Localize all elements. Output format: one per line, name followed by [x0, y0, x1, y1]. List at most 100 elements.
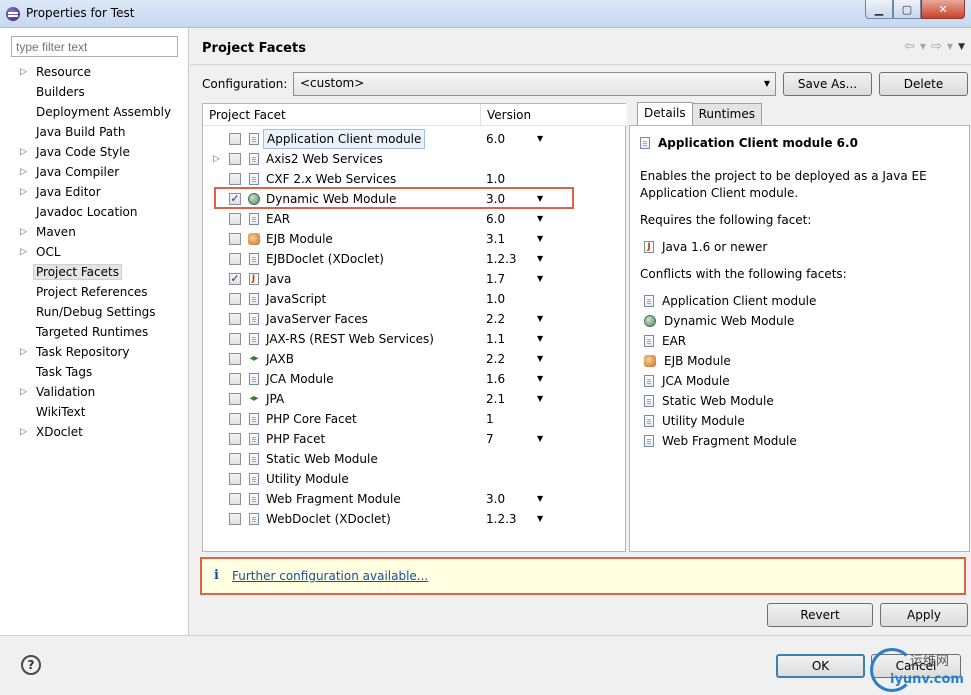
expand-arrow-icon[interactable]: ▷ [20, 342, 27, 362]
save-as-button[interactable]: Save As... [783, 72, 872, 96]
facet-row[interactable]: EJBDoclet (XDoclet) 1.2.3 ▼ [203, 249, 627, 269]
facet-version[interactable]: 3.1 [486, 229, 505, 249]
facet-checkbox[interactable] [229, 413, 241, 425]
facet-version[interactable]: 1.2.3 [486, 509, 517, 529]
facet-version[interactable]: 1.0 [486, 289, 505, 309]
help-icon[interactable]: ? [21, 655, 41, 675]
tree-item[interactable]: ▷ Maven [0, 222, 189, 242]
tree-item[interactable]: Targeted Runtimes [0, 322, 189, 342]
tree-item[interactable]: ▷ Resource [0, 62, 189, 82]
version-dropdown-icon[interactable]: ▼ [537, 349, 543, 369]
facet-version[interactable]: 6.0 [486, 129, 505, 149]
column-header-facet[interactable]: Project Facet [203, 104, 481, 126]
facet-checkbox[interactable]: ✓ [229, 273, 241, 285]
facet-row[interactable]: Web Fragment Module 3.0 ▼ [203, 489, 627, 509]
facet-checkbox[interactable] [229, 293, 241, 305]
facet-checkbox[interactable] [229, 213, 241, 225]
facet-version[interactable]: 1.7 [486, 269, 505, 289]
facet-row[interactable]: Static Web Module [203, 449, 627, 469]
facet-row[interactable]: PHP Facet 7 ▼ [203, 429, 627, 449]
back-dropdown-icon[interactable]: ▼ [920, 39, 926, 55]
expand-arrow-icon[interactable]: ▷ [20, 422, 27, 442]
facet-checkbox[interactable] [229, 173, 241, 185]
facet-row[interactable]: CXF 2.x Web Services 1.0 [203, 169, 627, 189]
facet-version[interactable]: 2.1 [486, 389, 505, 409]
tree-item[interactable]: ▷ XDoclet [0, 422, 189, 442]
facet-row[interactable]: JAX-RS (REST Web Services) 1.1 ▼ [203, 329, 627, 349]
forward-arrow-icon[interactable]: ⇨ [931, 39, 942, 55]
facet-version[interactable]: 6.0 [486, 209, 505, 229]
version-dropdown-icon[interactable]: ▼ [537, 389, 543, 409]
facet-version[interactable]: 7 [486, 429, 494, 449]
facet-row[interactable]: ◂▸ JPA 2.1 ▼ [203, 389, 627, 409]
facet-row[interactable]: ✓ J Java 1.7 ▼ [203, 269, 627, 289]
further-configuration-link[interactable]: Further configuration available... [232, 569, 428, 583]
version-dropdown-icon[interactable]: ▼ [537, 369, 543, 389]
tab-runtimes[interactable]: Runtimes [691, 103, 762, 125]
facet-checkbox[interactable] [229, 493, 241, 505]
expand-arrow-icon[interactable]: ▷ [213, 149, 220, 169]
tree-item[interactable]: ▷ Java Code Style [0, 142, 189, 162]
tree-item[interactable]: ▷ Task Repository [0, 342, 189, 362]
version-dropdown-icon[interactable]: ▼ [537, 209, 543, 229]
close-button[interactable]: ✕ [921, 0, 965, 19]
tree-item[interactable]: Run/Debug Settings [0, 302, 189, 322]
version-dropdown-icon[interactable]: ▼ [537, 249, 543, 269]
tree-item[interactable]: Java Build Path [0, 122, 189, 142]
tree-item[interactable]: Task Tags [0, 362, 189, 382]
tree-item[interactable]: ▷ OCL [0, 242, 189, 262]
expand-arrow-icon[interactable]: ▷ [20, 62, 27, 82]
revert-button[interactable]: Revert [767, 603, 873, 627]
expand-arrow-icon[interactable]: ▷ [20, 242, 27, 262]
version-dropdown-icon[interactable]: ▼ [537, 189, 543, 209]
facet-version[interactable]: 2.2 [486, 309, 505, 329]
version-dropdown-icon[interactable]: ▼ [537, 509, 543, 529]
tree-item[interactable]: ▷ Java Editor [0, 182, 189, 202]
facet-checkbox[interactable] [229, 133, 241, 145]
version-dropdown-icon[interactable]: ▼ [537, 329, 543, 349]
version-dropdown-icon[interactable]: ▼ [537, 129, 543, 149]
facet-row[interactable]: JCA Module 1.6 ▼ [203, 369, 627, 389]
facet-row[interactable]: Utility Module [203, 469, 627, 489]
facet-row[interactable]: PHP Core Facet 1 [203, 409, 627, 429]
expand-arrow-icon[interactable]: ▷ [20, 182, 27, 202]
minimize-button[interactable]: ▁ [865, 0, 893, 19]
maximize-button[interactable]: ▢ [893, 0, 921, 19]
version-dropdown-icon[interactable]: ▼ [537, 229, 543, 249]
facet-checkbox[interactable] [229, 393, 241, 405]
ok-button[interactable]: OK [776, 654, 865, 678]
facet-checkbox[interactable]: ✓ [229, 193, 241, 205]
menu-dropdown-icon[interactable]: ▼ [958, 39, 965, 55]
facet-checkbox[interactable] [229, 333, 241, 345]
facet-row[interactable]: JavaServer Faces 2.2 ▼ [203, 309, 627, 329]
facet-row[interactable]: ◂▸ JAXB 2.2 ▼ [203, 349, 627, 369]
facet-row[interactable]: ✓ Dynamic Web Module 3.0 ▼ [203, 189, 627, 209]
version-dropdown-icon[interactable]: ▼ [537, 269, 543, 289]
tab-details[interactable]: Details [637, 102, 693, 126]
facet-version[interactable]: 1.6 [486, 369, 505, 389]
tree-item[interactable]: Project References [0, 282, 189, 302]
facet-checkbox[interactable] [229, 453, 241, 465]
facet-version[interactable]: 1.2.3 [486, 249, 517, 269]
facet-row[interactable]: EJB Module 3.1 ▼ [203, 229, 627, 249]
version-dropdown-icon[interactable]: ▼ [537, 429, 543, 449]
forward-dropdown-icon[interactable]: ▼ [947, 39, 953, 55]
expand-arrow-icon[interactable]: ▷ [20, 222, 27, 242]
facet-row[interactable]: Application Client module 6.0 ▼ [203, 129, 627, 149]
tree-item[interactable]: WikiText [0, 402, 189, 422]
back-arrow-icon[interactable]: ⇦ [904, 39, 915, 55]
configuration-select[interactable]: <custom> ▼ [293, 72, 776, 96]
facet-checkbox[interactable] [229, 433, 241, 445]
facet-row[interactable]: EAR 6.0 ▼ [203, 209, 627, 229]
delete-button[interactable]: Delete [879, 72, 968, 96]
tree-item[interactable]: Javadoc Location [0, 202, 189, 222]
facet-version[interactable]: 3.0 [486, 189, 505, 209]
tree-item[interactable]: Project Facets [0, 262, 189, 282]
facet-checkbox[interactable] [229, 373, 241, 385]
version-dropdown-icon[interactable]: ▼ [537, 309, 543, 329]
facet-checkbox[interactable] [229, 473, 241, 485]
facet-checkbox[interactable] [229, 353, 241, 365]
filter-input[interactable] [11, 36, 178, 57]
version-dropdown-icon[interactable]: ▼ [537, 489, 543, 509]
column-header-version[interactable]: Version [481, 104, 627, 126]
